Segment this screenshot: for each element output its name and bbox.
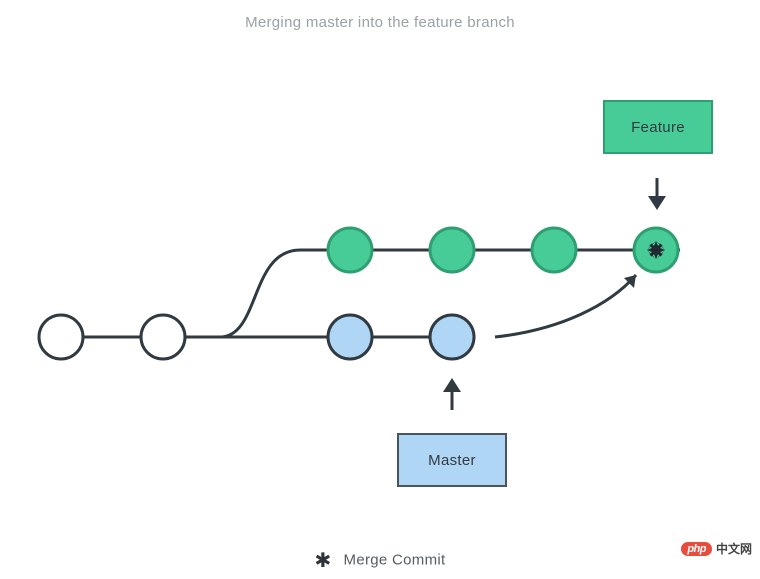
commit-initial-1 [39, 315, 83, 359]
legend-text: Merge Commit [344, 551, 446, 568]
git-diagram [0, 0, 760, 579]
master-label-text: Master [428, 452, 476, 469]
commit-feature-3 [532, 228, 576, 272]
legend: ✱ Merge Commit [0, 548, 760, 573]
feature-label-text: Feature [631, 119, 685, 136]
master-label-box: Master [397, 433, 507, 487]
commit-feature-1 [328, 228, 372, 272]
watermark-badge: php [681, 542, 712, 556]
feature-arrow-head [648, 196, 666, 210]
feature-label-box: Feature [603, 100, 713, 154]
merge-curve [495, 275, 636, 337]
commit-feature-2 [430, 228, 474, 272]
commit-master-2 [430, 315, 474, 359]
watermark-text: 中文网 [716, 540, 752, 557]
commit-master-1 [328, 315, 372, 359]
watermark: php 中文网 [681, 540, 752, 557]
commit-initial-2 [141, 315, 185, 359]
legend-star-icon: ✱ [314, 550, 331, 572]
master-arrow-head [443, 378, 461, 392]
